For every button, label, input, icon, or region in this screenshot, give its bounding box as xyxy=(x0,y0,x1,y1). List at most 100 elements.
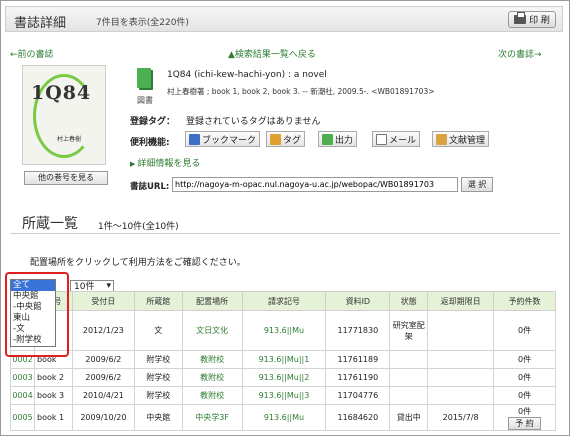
received-date-cell: 2009/10/20 xyxy=(71,404,135,431)
header-bar: 書誌詳細 7件目を表示(全220件) 印 刷 xyxy=(5,6,563,32)
export-label: 出力 xyxy=(335,135,354,146)
holdings-title: 所蔵一覧 xyxy=(22,216,78,232)
table-header-row: 巻号 受付日 所蔵館 配置場所 請求記号 資料ID 状態 返却期限日 予約件数 xyxy=(10,291,556,311)
envelope-icon xyxy=(376,133,387,145)
print-label: 印 刷 xyxy=(529,16,550,26)
reservation-cell: 0件 予 約 xyxy=(493,404,556,431)
call-number-link[interactable]: 913.6||Mu||2 xyxy=(241,368,327,387)
tag-button[interactable]: タグ xyxy=(266,131,306,147)
due-date-cell xyxy=(427,386,495,405)
column-header: 状態 xyxy=(389,291,429,311)
item-id-cell: 11761189 xyxy=(325,350,391,369)
column-header: 資料ID xyxy=(325,291,391,311)
page-title: 書誌詳細 xyxy=(14,16,67,31)
location-link[interactable]: 文日文化 xyxy=(181,310,243,351)
back-to-results-link[interactable]: ▲検索結果一覧へ戻る xyxy=(228,47,316,60)
arrow-right-icon xyxy=(322,133,333,145)
table-row: 0004 book 3 2010/4/21 附学校 教附校 913.6||Mu|… xyxy=(10,386,556,405)
status-cell xyxy=(389,368,429,387)
table-row: 0005 book 1 2009/10/20 中央館 中央学3F 913.6||… xyxy=(10,404,556,431)
tools-label: 便利機能: xyxy=(130,138,170,148)
record-url-label: 書誌URL: xyxy=(130,182,170,192)
location-link[interactable]: 中央学3F xyxy=(181,404,243,431)
material-type: 図書 xyxy=(137,96,153,105)
record-meta: 村上春樹著 ; book 1, book 2, book 3. -- 新潮社, … xyxy=(167,87,435,96)
call-number-link[interactable]: 913.6||Mu xyxy=(241,310,327,351)
book-cover-image: 1Q84 村上春樹 xyxy=(22,65,106,165)
library-cell: 附学校 xyxy=(133,350,183,369)
reservation-count: 0件 xyxy=(517,406,532,416)
select-url-button[interactable]: 選 択 xyxy=(461,177,493,192)
received-date-cell: 2009/6/2 xyxy=(71,368,135,387)
received-date-cell: 2012/1/23 xyxy=(71,310,135,351)
cover-title: 1Q84 xyxy=(31,82,92,104)
other-volumes-button[interactable]: 他の巻号を見る xyxy=(24,171,108,185)
call-number-link[interactable]: 913.6||Mu||1 xyxy=(241,350,327,369)
row-number[interactable]: 0005 xyxy=(10,404,35,431)
bookmark-icon xyxy=(189,133,200,145)
status-cell: 研究室配架 xyxy=(389,310,429,351)
volume-cell: book 1 xyxy=(33,404,73,431)
reference-manager-button[interactable]: 文献管理 xyxy=(432,131,490,147)
row-number[interactable]: 0004 xyxy=(10,386,35,405)
library-cell: 中央館 xyxy=(133,404,183,431)
call-number-link[interactable]: 913.6||Mu||3 xyxy=(241,386,327,405)
tag-label: タグ xyxy=(283,135,302,146)
email-button[interactable]: メール xyxy=(372,131,421,147)
library-cell: 附学校 xyxy=(133,386,183,405)
reservation-count-cell: 0件 xyxy=(493,368,556,387)
received-date-cell: 2010/4/21 xyxy=(71,386,135,405)
table-row: 0002 book 2009/6/2 附学校 教附校 913.6||Mu||1 … xyxy=(10,350,556,369)
column-header: 予約件数 xyxy=(493,291,556,311)
tags-value: 登録されているタグはありません xyxy=(186,117,321,127)
export-button[interactable]: 出力 xyxy=(318,131,358,147)
column-header: 返却期限日 xyxy=(427,291,495,311)
volume-cell: book 2 xyxy=(33,368,73,387)
item-id-cell: 11684620 xyxy=(325,404,391,431)
printer-icon xyxy=(514,12,527,24)
reservation-count-cell: 0件 xyxy=(493,350,556,369)
record-title: 1Q84 (ichi-kew-hachi-yon) : a novel xyxy=(167,70,327,80)
details-link[interactable]: 詳細情報を見る xyxy=(130,156,200,169)
prev-record-link[interactable]: ←前の書誌 xyxy=(10,47,54,60)
record-url-field[interactable] xyxy=(172,177,458,192)
location-link[interactable]: 教附校 xyxy=(181,350,243,369)
email-label: メール xyxy=(389,135,417,146)
bookmark-label: ブックマーク xyxy=(202,135,257,146)
library-cell: 文 xyxy=(133,310,183,351)
holdings-instruction: 配置場所をクリックして利用方法をご確認ください。 xyxy=(30,258,246,268)
item-id-cell: 11704776 xyxy=(325,386,391,405)
status-cell: 貸出中 xyxy=(389,404,429,431)
reserve-button[interactable]: 予 約 xyxy=(508,416,541,430)
reservation-count-cell: 0件 xyxy=(493,310,556,351)
location-link[interactable]: 教附校 xyxy=(181,368,243,387)
column-header: 請求記号 xyxy=(241,291,327,311)
bookmark-button[interactable]: ブックマーク xyxy=(185,131,261,147)
item-id-cell: 11771830 xyxy=(325,310,391,351)
highlight-annotation xyxy=(5,272,69,357)
volume-cell: book 3 xyxy=(33,386,73,405)
book-icon xyxy=(137,68,151,88)
status-cell xyxy=(389,386,429,405)
due-date-cell xyxy=(427,350,495,369)
column-header: 受付日 xyxy=(71,291,135,311)
column-header: 所蔵館 xyxy=(133,291,183,311)
tag-icon xyxy=(270,133,281,145)
tags-label: 登録タグ： xyxy=(130,117,176,127)
due-date-cell xyxy=(427,310,495,351)
cover-author: 村上春樹 xyxy=(57,136,82,143)
folder-icon xyxy=(436,133,447,145)
item-id-cell: 11761190 xyxy=(325,368,391,387)
library-cell: 附学校 xyxy=(133,368,183,387)
reservation-count-cell: 0件 xyxy=(493,386,556,405)
received-date-cell: 2009/6/2 xyxy=(71,350,135,369)
table-row: 0003 book 2 2009/6/2 附学校 教附校 913.6||Mu||… xyxy=(10,368,556,387)
next-record-link[interactable]: 次の書誌→ xyxy=(498,47,542,60)
reference-manager-label: 文献管理 xyxy=(449,135,486,146)
divider xyxy=(10,233,560,234)
due-date-cell xyxy=(427,368,495,387)
print-button[interactable]: 印 刷 xyxy=(508,11,556,28)
call-number-link[interactable]: 913.6||Mu xyxy=(241,404,327,431)
row-number[interactable]: 0003 xyxy=(10,368,35,387)
location-link[interactable]: 教附校 xyxy=(181,386,243,405)
